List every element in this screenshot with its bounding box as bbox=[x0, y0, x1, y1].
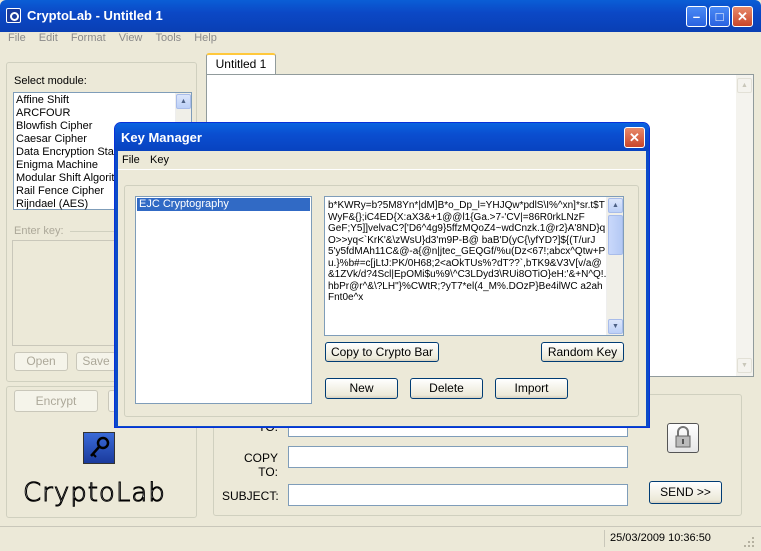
select-module-label: Select module: bbox=[14, 75, 87, 87]
copy-to-label: COPY TO: bbox=[243, 451, 278, 479]
menu-help[interactable]: Help bbox=[194, 32, 217, 44]
lock-icon[interactable] bbox=[667, 423, 699, 453]
dialog-menu-file[interactable]: File bbox=[122, 154, 140, 166]
dialog-close-button[interactable]: ✕ bbox=[624, 127, 645, 148]
open-button[interactable]: Open bbox=[14, 352, 68, 371]
editor-scroll-down-icon[interactable]: ▼ bbox=[737, 358, 752, 373]
resize-grip-icon[interactable] bbox=[742, 535, 755, 548]
padlock-glyph-icon bbox=[675, 426, 691, 448]
dialog-menu-bar: File Key bbox=[118, 151, 646, 170]
menu-tools[interactable]: Tools bbox=[155, 32, 181, 44]
dialog-close-icon: ✕ bbox=[629, 130, 640, 145]
send-button[interactable]: SEND >> bbox=[649, 481, 722, 504]
dialog-title-bar[interactable]: Key Manager ✕ bbox=[115, 123, 649, 151]
key-input[interactable] bbox=[12, 240, 117, 346]
enter-key-divider bbox=[70, 231, 120, 232]
menu-format[interactable]: Format bbox=[71, 32, 106, 44]
delete-key-button[interactable]: Delete bbox=[410, 378, 483, 399]
menu-bar: File Edit Format View Tools Help bbox=[0, 32, 761, 48]
minimize-button[interactable]: – bbox=[686, 6, 707, 27]
minimize-icon: – bbox=[692, 9, 701, 24]
module-list-item[interactable]: Affine Shift bbox=[14, 94, 174, 107]
app-icon bbox=[6, 8, 21, 23]
random-key-button[interactable]: Random Key bbox=[541, 342, 624, 362]
menu-file[interactable]: File bbox=[8, 32, 26, 44]
tab-untitled-1[interactable]: Untitled 1 bbox=[206, 53, 276, 75]
new-key-button[interactable]: New bbox=[325, 378, 398, 399]
import-key-button[interactable]: Import bbox=[495, 378, 568, 399]
close-button[interactable]: ✕ bbox=[732, 6, 753, 27]
save-button[interactable]: Save bbox=[76, 352, 116, 371]
dialog-menu-key[interactable]: Key bbox=[150, 154, 169, 166]
menu-view[interactable]: View bbox=[119, 32, 143, 44]
subject-label: SUBJECT: bbox=[222, 489, 279, 503]
editor-scrollbar[interactable]: ▲ ▼ bbox=[736, 75, 753, 376]
status-datetime: 25/03/2009 10:36:50 bbox=[604, 530, 754, 547]
maximize-icon: □ bbox=[715, 9, 724, 24]
maximize-button[interactable]: □ bbox=[709, 6, 730, 27]
key-logo-icon bbox=[83, 432, 115, 464]
editor-scroll-up-icon[interactable]: ▲ bbox=[737, 78, 752, 93]
key-manager-dialog: Key Manager ✕ File Key EJC Cryptography … bbox=[114, 122, 650, 428]
grip-dots-icon bbox=[744, 537, 754, 547]
key-list[interactable]: EJC Cryptography bbox=[135, 196, 312, 404]
key-scroll-down-icon[interactable]: ▼ bbox=[608, 319, 623, 334]
module-list-item[interactable]: ARCFOUR bbox=[14, 107, 174, 120]
cryptolab-logo-text: CryptoLab bbox=[23, 478, 166, 509]
key-list-item[interactable]: EJC Cryptography bbox=[137, 198, 310, 211]
status-bar: 25/03/2009 10:36:50 bbox=[0, 526, 761, 549]
key-text-scrollbar[interactable]: ▲ ▼ bbox=[606, 197, 623, 335]
menu-edit[interactable]: Edit bbox=[39, 32, 58, 44]
key-text-area[interactable]: b*KWRy=b?5M8Yn*|dM]B*o_Dp_l=YHJQw*pdlS\I… bbox=[324, 196, 624, 336]
copy-to-field[interactable] bbox=[288, 446, 628, 468]
dialog-body: File Key EJC Cryptography b*KWRy=b?5M8Yn… bbox=[118, 151, 646, 426]
key-scroll-thumb[interactable] bbox=[608, 215, 623, 255]
enter-key-label: Enter key: bbox=[14, 225, 64, 237]
subject-field[interactable] bbox=[288, 484, 628, 506]
encrypt-button[interactable]: Encrypt bbox=[14, 390, 98, 412]
key-scroll-up-icon[interactable]: ▲ bbox=[608, 198, 623, 213]
window-title: CryptoLab - Untitled 1 bbox=[27, 8, 163, 23]
key-glyph-icon bbox=[90, 436, 110, 458]
dialog-title: Key Manager bbox=[121, 130, 202, 145]
scroll-up-icon[interactable]: ▲ bbox=[176, 94, 191, 109]
close-icon: ✕ bbox=[737, 9, 748, 24]
main-title-bar[interactable]: CryptoLab - Untitled 1 – □ ✕ bbox=[0, 0, 761, 32]
key-text: b*KWRy=b?5M8Yn*|dM]B*o_Dp_l=YHJQw*pdlS\I… bbox=[328, 200, 607, 303]
copy-to-crypto-bar-button[interactable]: Copy to Crypto Bar bbox=[325, 342, 439, 362]
